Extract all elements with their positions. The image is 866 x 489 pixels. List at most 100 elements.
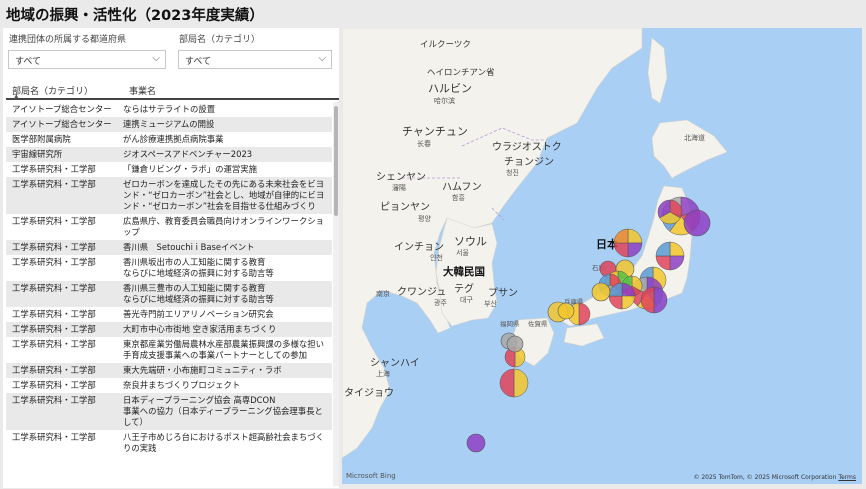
table-row[interactable]: 工学系研究科・工学部 日本ディープラーニング協会 高専DCON 事業への協力（日本… xyxy=(6,393,332,430)
pie-slice[interactable] xyxy=(613,242,629,258)
map-label-shanghai-city: 上海 xyxy=(376,369,390,378)
table-row[interactable]: 工学系研究科・工学部 大町市中心市街地 空き家活用まちづくり xyxy=(6,322,332,337)
cell-department: 工学系研究科・工学部 xyxy=(12,257,96,267)
cell-project: 広島県庁、教育委員会職員向けオンラインワークショップ xyxy=(123,216,324,237)
map-label-shanghai: シャンハイ xyxy=(370,358,420,369)
map-label-fukuoka: 福岡県 xyxy=(500,319,520,328)
cell-project: 八王子市めじろ台におけるポスト超高齢社会まちづくりの実践 xyxy=(123,432,324,453)
cell-project: 「鎌倉リビング・ラボ」の運営実施 xyxy=(123,164,257,174)
cell-project: がん診療連携拠点病院事業 xyxy=(123,134,224,144)
map-canvas[interactable]: イルクーツク ヘイロンチアン省 ハルビン 哈尔滨 チャンチュン 长春 ウラジオス… xyxy=(342,28,862,484)
pie-bubble[interactable] xyxy=(591,282,611,302)
table-scrollbar[interactable] xyxy=(333,102,339,486)
table-row[interactable]: 工学系研究科・工学部 八王子市めじろ台におけるポスト超高齢社会まちづくりの実践 xyxy=(6,430,332,456)
pie-slice[interactable] xyxy=(591,282,611,302)
department-dropdown-value: すべて xyxy=(185,57,212,67)
cell-project: 善光寺門前エリアリノベーション研究会 xyxy=(123,309,274,319)
copyright-text: © 2025 TomTom, © 2025 Microsoft Corporat… xyxy=(693,474,837,481)
map-panel[interactable]: イルクーツク ヘイロンチアン省 ハルビン 哈尔滨 チャンチュン 长春 ウラジオス… xyxy=(342,28,862,484)
map-label-heilongjiang: ヘイロンチアン省 xyxy=(427,67,495,78)
table-row[interactable]: 工学系研究科・工学部 善光寺門前エリアリノベーション研究会 xyxy=(6,307,332,322)
pie-slice[interactable] xyxy=(683,209,711,237)
table-row[interactable]: アイソトープ総合センター 連携ミュージアムの開設 xyxy=(6,117,332,132)
map-label-chongjin-city: 청진 xyxy=(506,168,519,177)
cell-department: アイソトープ総合センター xyxy=(12,104,112,114)
table-row[interactable]: 工学系研究科・工学部 「鎌倉リビング・ラボ」の運営実施 xyxy=(6,162,332,177)
map-label-seoul-city: 서울 xyxy=(456,248,469,257)
map-label-shenyang: シェンヤン xyxy=(376,172,426,183)
cell-department: 工学系研究科・工学部 xyxy=(12,309,96,319)
cell-department: 医学部附属病院 xyxy=(12,134,71,144)
table-row[interactable]: 工学系研究科・工学部 ゼロカーボンを達成したその先にある未来社会をビヨンド・“ゼロ… xyxy=(6,177,332,214)
chevron-down-icon: ⌵ xyxy=(152,53,160,64)
map-label-chongjin: チョンジン xyxy=(504,156,554,168)
table-row[interactable]: 工学系研究科・工学部 東京都産業労働局農林水産部農業振興課の多様な担い手育成支援事… xyxy=(6,337,332,363)
table-row[interactable]: 宇宙線研究所 ジオスペースアドベンチャー2023 xyxy=(6,147,332,162)
pie-slice[interactable] xyxy=(613,228,629,244)
table-row[interactable]: 工学系研究科・工学部 奈良井まちづくりプロジェクト xyxy=(6,378,332,393)
pie-slice[interactable] xyxy=(506,335,524,353)
pie-slice[interactable] xyxy=(499,368,515,398)
map-copyright: © 2025 TomTom, © 2025 Microsoft Corporat… xyxy=(693,474,856,481)
map-label-gwangju: クワンジュ xyxy=(397,286,446,298)
table-row[interactable]: アイソトープ総合センター ならはサテライトの設置 xyxy=(6,102,332,117)
map-label-busan: プサン xyxy=(488,287,518,299)
pie-slice[interactable] xyxy=(557,302,575,320)
bing-logo: Microsoft Bing xyxy=(346,472,396,480)
pie-slice[interactable] xyxy=(513,368,529,398)
terms-link[interactable]: Terms xyxy=(838,474,856,481)
pie-bubble[interactable] xyxy=(683,209,711,237)
cell-department: 宇宙線研究所 xyxy=(12,149,63,159)
table-row[interactable]: 工学系研究科・工学部 香川県坂出市の人工知能に関する教育 ならびに地域経済の振興に… xyxy=(6,255,332,281)
page-title: 地域の振興・活性化（2023年度実績） xyxy=(6,8,264,24)
map-label-gwangju-city: 광주 xyxy=(434,299,447,307)
pie-slice[interactable] xyxy=(466,433,486,453)
map-label-changchun-city: 长春 xyxy=(417,139,431,148)
cell-department: アイソトープ総合センター xyxy=(12,119,112,129)
cell-department: 工学系研究科・工学部 xyxy=(12,283,96,293)
map-label-harbin: ハルビン xyxy=(428,82,472,95)
department-slicer-label: 部局名（カテゴリ） xyxy=(179,35,261,45)
cell-project: 大町市中心市街地 空き家活用まちづくり xyxy=(123,324,277,334)
pie-bubble[interactable] xyxy=(655,241,685,271)
column-header-department[interactable]: 部局名（カテゴリ） xyxy=(12,84,93,97)
table-row[interactable]: 工学系研究科・工学部 東大先端研・小布施町コミュニティ・ラボ xyxy=(6,363,332,378)
column-header-project[interactable]: 事業名 xyxy=(129,84,156,97)
prefecture-dropdown[interactable]: すべて ⌵ xyxy=(8,50,166,69)
table-row[interactable]: 工学系研究科・工学部 広島県庁、教育委員会職員向けオンラインワークショップ xyxy=(6,214,332,240)
cell-project: 奈良井まちづくりプロジェクト xyxy=(123,380,241,390)
map-label-korea: 大韓民国 xyxy=(443,265,485,278)
pie-slice[interactable] xyxy=(627,228,643,244)
cell-department: 工学系研究科・工学部 xyxy=(12,432,96,442)
table-row[interactable]: 工学系研究科・工学部 香川県 Setouchi i Baseイベント xyxy=(6,240,332,255)
map-label-daegu-city: 대구 xyxy=(460,296,473,304)
pie-bubble[interactable] xyxy=(499,368,529,398)
pie-bubble[interactable] xyxy=(557,302,575,320)
cell-project: 東大先端研・小布施町コミュニティ・ラボ xyxy=(123,365,282,375)
pie-bubble[interactable] xyxy=(608,282,636,310)
cell-department: 工学系研究科・工学部 xyxy=(12,365,96,375)
map-label-daegu: テグ xyxy=(454,282,474,295)
pie-bubble[interactable] xyxy=(657,199,683,225)
pie-bubble[interactable] xyxy=(613,228,643,258)
department-slicer: 部局名（カテゴリ） すべて ⌵ xyxy=(173,28,339,74)
cell-department: 工学系研究科・工学部 xyxy=(12,395,96,405)
map-label-saga: 佐賀県 xyxy=(528,319,548,328)
map-label-busan-city: 부산 xyxy=(484,299,497,308)
department-dropdown[interactable]: すべて ⌵ xyxy=(178,50,332,69)
cell-project: ゼロカーボンを達成したその先にある未来社会をビヨンド・“ゼロカーボン”社会とし、… xyxy=(123,179,325,211)
pie-bubble[interactable] xyxy=(506,335,524,353)
map-label-incheon-city: 인천 xyxy=(430,253,443,262)
chevron-down-icon: ⌵ xyxy=(318,53,326,64)
map-label-shenyang-city: 瀋陽 xyxy=(392,183,406,192)
pie-bubble[interactable] xyxy=(466,433,486,453)
table-row[interactable]: 医学部附属病院 がん診療連携拠点病院事業 xyxy=(6,132,332,147)
map-label-vladivostok: ウラジオストク xyxy=(492,141,562,153)
table-row[interactable]: 工学系研究科・工学部 香川県三豊市の人工知能に関する教育 ならびに地域経済の振興に… xyxy=(6,281,332,307)
pie-bubble[interactable] xyxy=(640,286,668,314)
pie-slice[interactable] xyxy=(627,242,643,258)
sort-ascending-icon: ▲ xyxy=(14,93,19,100)
scrollbar-thumb[interactable] xyxy=(334,106,338,216)
cell-department: 工学系研究科・工学部 xyxy=(12,380,96,390)
table-header: 部局名（カテゴリ） ▲ 事業名 xyxy=(6,78,339,100)
